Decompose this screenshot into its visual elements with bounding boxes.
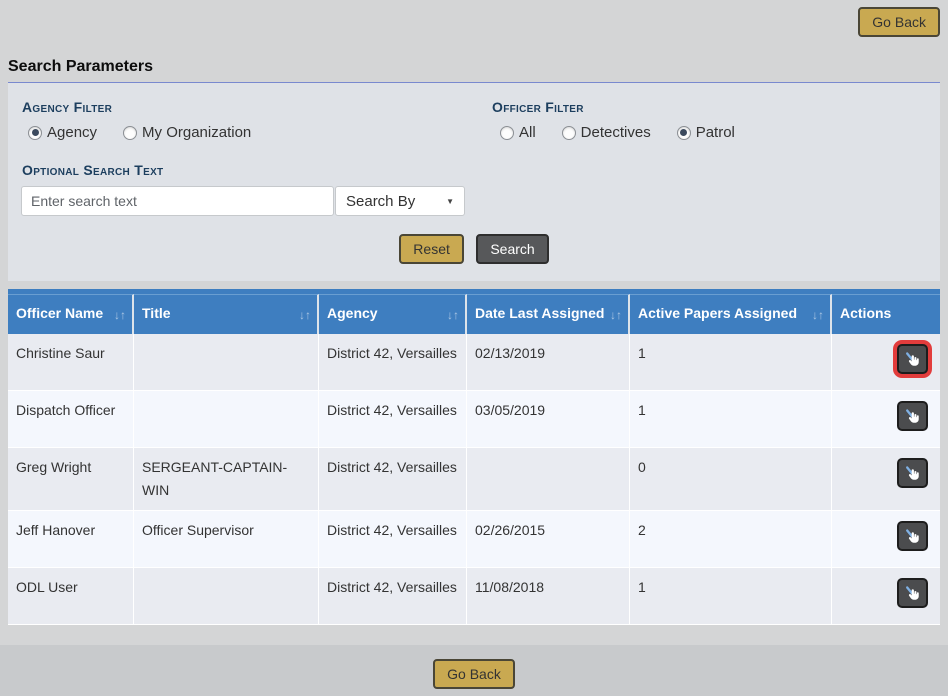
cell-agency: District 42, Versailles [319,334,467,391]
cell-active-papers-assigned: 1 [630,568,832,625]
hand-pointer-icon [904,408,921,425]
cell-agency: District 42, Versailles [319,511,467,568]
cell-title: SERGEANT-CAPTAIN-WIN [134,448,319,511]
column-header-label: Active Papers Assigned [638,302,812,325]
column-header-active-papers-assigned[interactable]: Active Papers Assigned↓↑ [630,294,832,334]
cell-date-last-assigned: 02/26/2015 [467,511,630,568]
officer-filter-radio-patrol[interactable]: Patrol [677,124,735,141]
assign-officer-button[interactable] [897,458,928,488]
officer-filter-radio-all[interactable]: All [500,124,536,141]
reset-button[interactable]: Reset [399,234,464,264]
radio-label: My Organization [142,124,251,141]
radio-label: Patrol [696,124,735,141]
column-header-officer-name[interactable]: Officer Name↓↑ [8,294,134,334]
officer-filter-options: All Detectives Patrol [500,124,735,141]
page: Go Back Search Parameters Agency Filter … [0,0,948,696]
sort-icon[interactable]: ↓↑ [447,302,459,327]
assign-officer-button[interactable] [897,578,928,608]
cell-actions [832,391,940,448]
cell-actions [832,568,940,625]
cell-officer-name: Christine Saur [8,334,134,391]
radio-icon [562,126,576,140]
radio-label: All [519,124,536,141]
table-row: Jeff HanoverOfficer SupervisorDistrict 4… [8,511,940,568]
sort-icon[interactable]: ↓↑ [114,302,126,327]
cell-agency: District 42, Versailles [319,448,467,511]
cell-title [134,334,319,391]
go-back-button-bottom[interactable]: Go Back [433,659,515,689]
agency-filter-group: Agency Filter Agency My Organization [14,99,484,141]
officer-filter-group: Officer Filter All Detectives Patrol [484,99,735,141]
cell-officer-name: ODL User [8,568,134,625]
agency-filter-label: Agency Filter [22,99,484,115]
officers-table: Officer Name↓↑Title↓↑Agency↓↑Date Last A… [8,289,940,625]
table-row: Christine Saur District 42, Versailles02/… [8,334,940,391]
cell-agency: District 42, Versailles [319,568,467,625]
column-header-label: Officer Name [16,302,114,325]
column-header-title[interactable]: Title↓↑ [134,294,319,334]
cell-date-last-assigned: 02/13/2019 [467,334,630,391]
cell-agency: District 42, Versailles [319,391,467,448]
radio-label: Agency [47,124,97,141]
agency-filter-options: Agency My Organization [28,124,484,141]
officer-filter-label: Officer Filter [492,99,735,115]
sort-icon[interactable]: ↓↑ [610,302,622,327]
column-header-actions: Actions [832,294,940,334]
search-button[interactable]: Search [476,234,548,264]
hand-pointer-icon [904,465,921,482]
hand-pointer-icon [904,351,921,368]
agency-filter-radio-my-organization[interactable]: My Organization [123,124,251,141]
hand-pointer-icon [904,528,921,545]
chevron-down-icon: ▼ [446,197,454,206]
cell-date-last-assigned: 03/05/2019 [467,391,630,448]
cell-active-papers-assigned: 1 [630,391,832,448]
table-row: ODL User District 42, Versailles11/08/201… [8,568,940,625]
radio-icon [500,126,514,140]
agency-filter-radio-agency[interactable]: Agency [28,124,97,141]
assign-officer-button[interactable] [897,344,928,374]
cell-actions [832,448,940,511]
optional-search-text-label: Optional Search Text [22,162,934,178]
cell-actions [832,334,940,391]
cell-title: Officer Supervisor [134,511,319,568]
go-back-button-top[interactable]: Go Back [858,7,940,37]
search-by-select[interactable]: Search By ▼ [335,186,465,216]
cell-date-last-assigned [467,448,630,511]
search-input[interactable] [21,186,334,216]
radio-icon [677,126,691,140]
column-header-label: Date Last Assigned [475,302,610,325]
cell-officer-name: Greg Wright [8,448,134,511]
table-header-row: Officer Name↓↑Title↓↑Agency↓↑Date Last A… [8,294,940,334]
page-title: Search Parameters [8,58,940,76]
cell-officer-name: Dispatch Officer [8,391,134,448]
cell-date-last-assigned: 11/08/2018 [467,568,630,625]
column-header-label: Agency [327,302,447,325]
officer-filter-radio-detectives[interactable]: Detectives [562,124,651,141]
table-row: Greg WrightSERGEANT-CAPTAIN-WINDistrict … [8,448,940,511]
footer-bar: Go Back [0,645,948,696]
sort-icon[interactable]: ↓↑ [299,302,311,327]
cell-actions [832,511,940,568]
column-header-label: Title [142,302,299,325]
top-bar: Go Back [0,0,948,37]
cell-active-papers-assigned: 2 [630,511,832,568]
column-header-agency[interactable]: Agency↓↑ [319,294,467,334]
search-by-selected-value: Search By [346,193,415,210]
radio-icon [28,126,42,140]
search-parameters-panel: Agency Filter Agency My Organization Offi… [8,83,940,281]
assign-officer-button[interactable] [897,521,928,551]
sort-icon[interactable]: ↓↑ [812,302,824,327]
cell-title [134,568,319,625]
radio-label: Detectives [581,124,651,141]
assign-officer-button[interactable] [897,401,928,431]
table-row: Dispatch Officer District 42, Versailles0… [8,391,940,448]
radio-icon [123,126,137,140]
cell-title [134,391,319,448]
cell-active-papers-assigned: 1 [630,334,832,391]
cell-officer-name: Jeff Hanover [8,511,134,568]
column-header-label: Actions [840,302,934,325]
hand-pointer-icon [904,585,921,602]
column-header-date-last-assigned[interactable]: Date Last Assigned↓↑ [467,294,630,334]
cell-active-papers-assigned: 0 [630,448,832,511]
